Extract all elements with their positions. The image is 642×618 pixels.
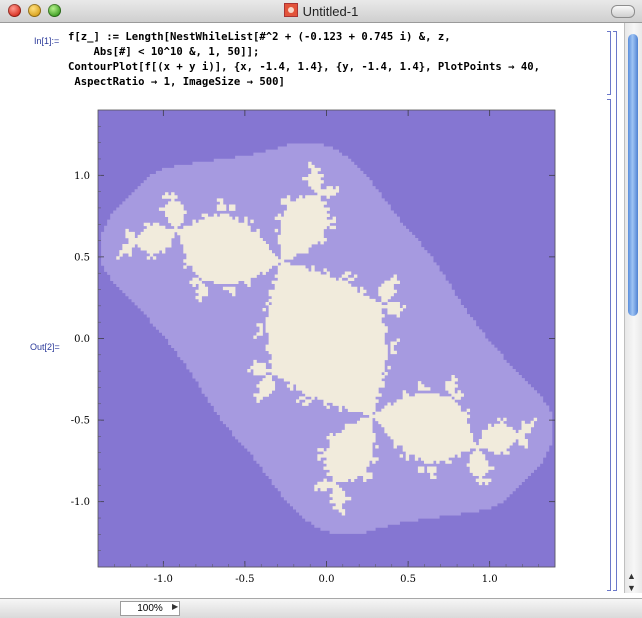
scroll-down-arrow[interactable]: ▼ (627, 583, 636, 593)
zoom-level-menu[interactable]: 100% (120, 601, 180, 616)
scroll-up-arrow[interactable]: ▲ (627, 571, 636, 581)
group-cell-bracket[interactable] (613, 31, 617, 591)
y-tick-label: 1.0 (74, 171, 90, 182)
julia-set-contours (98, 110, 556, 568)
x-tick-label: -0.5 (235, 574, 254, 585)
y-tick-label: -1.0 (71, 497, 90, 508)
x-tick-label: -1.0 (154, 574, 173, 585)
x-tick-label: 1.0 (482, 574, 498, 585)
contour-plot: -1.0 -0.5 0.0 0.5 1.0 1.0 0.5 0.0 -0.5 -1.0 (71, 109, 556, 585)
horizontal-scrollbar[interactable] (0, 601, 118, 614)
input-cell-bracket[interactable] (607, 31, 611, 95)
y-tick-label: -0.5 (71, 416, 90, 427)
y-tick-label: 0.0 (74, 334, 90, 345)
output-cell-bracket[interactable] (607, 99, 611, 591)
scrollbar-thumb[interactable] (628, 34, 638, 316)
y-tick-label: 0.5 (74, 252, 90, 263)
x-tick-label: 0.0 (319, 574, 335, 585)
x-tick-label: 0.5 (400, 574, 416, 585)
zoom-menu-arrow-icon: ▶ (172, 602, 179, 611)
